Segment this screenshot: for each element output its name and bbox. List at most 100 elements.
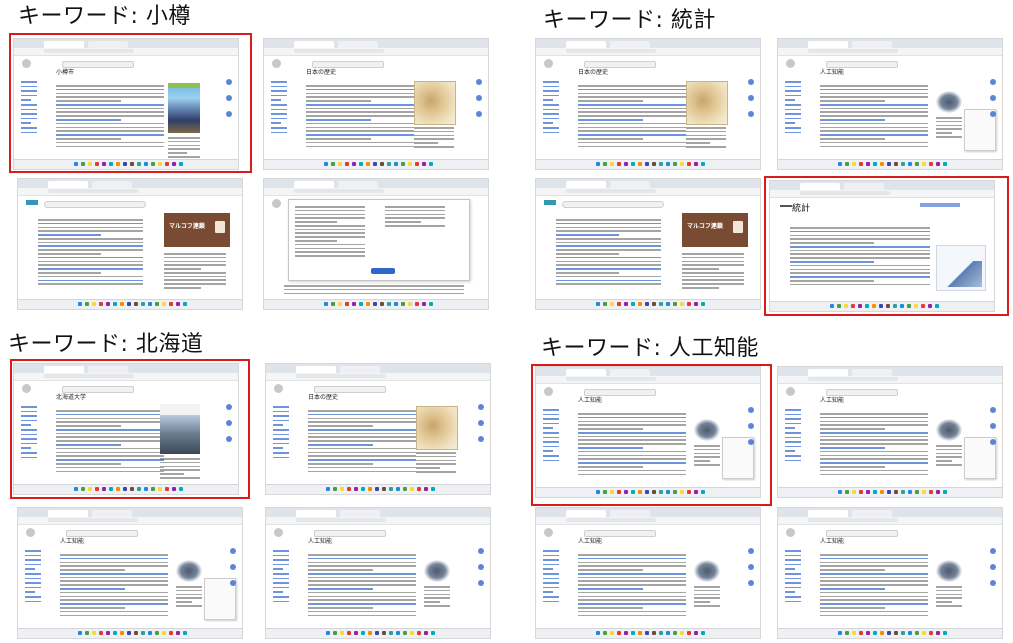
wikipedia-logo-icon[interactable]: [26, 528, 35, 537]
browser-tab[interactable]: [296, 366, 336, 373]
browser-tab[interactable]: [566, 41, 606, 48]
search-input[interactable]: [584, 61, 656, 68]
bing-logo-icon[interactable]: [26, 200, 38, 205]
side-tools[interactable]: [748, 79, 756, 127]
browser-tab[interactable]: [808, 41, 848, 48]
wikipedia-logo-icon[interactable]: [272, 59, 281, 68]
wikipedia-logo-icon[interactable]: [274, 384, 283, 393]
address-bar[interactable]: [18, 188, 242, 196]
knowledge-card-text: [164, 253, 226, 291]
address-bar[interactable]: [264, 48, 488, 56]
address-bar[interactable]: [536, 48, 760, 56]
browser-tab-bar: [264, 39, 488, 48]
article-title: 人工知能: [820, 538, 845, 545]
search-input[interactable]: [314, 530, 386, 537]
address-bar[interactable]: [778, 376, 1002, 384]
side-tools[interactable]: [990, 79, 998, 127]
search-input[interactable]: [44, 201, 146, 208]
browser-tab[interactable]: [48, 510, 88, 517]
address-bar[interactable]: [18, 517, 242, 525]
sidebar-nav[interactable]: [543, 81, 561, 136]
search-input[interactable]: [562, 201, 664, 208]
group-label-toukei: キーワード: 統計: [543, 8, 716, 33]
group-label-otaru: キーワード: 小樽: [18, 4, 191, 29]
side-tools[interactable]: [478, 404, 486, 452]
infobox: [416, 452, 456, 475]
sidebar-nav[interactable]: [543, 550, 561, 605]
side-tools[interactable]: [230, 548, 238, 596]
brain-image: [694, 560, 720, 582]
wikipedia-logo-icon[interactable]: [544, 59, 553, 68]
browser-tab[interactable]: [338, 41, 378, 48]
browser-tab[interactable]: [294, 181, 334, 188]
browser-tab[interactable]: [92, 181, 132, 188]
browser-tab[interactable]: [852, 510, 892, 517]
article-body: [578, 85, 686, 149]
browser-tab[interactable]: [340, 366, 380, 373]
search-dropdown[interactable]: [288, 199, 470, 281]
address-bar[interactable]: [536, 188, 760, 196]
browser-tab[interactable]: [808, 369, 848, 376]
taskbar: [18, 628, 242, 638]
wikipedia-logo-icon[interactable]: [274, 528, 283, 537]
search-input[interactable]: [826, 389, 898, 396]
browser-tab[interactable]: [610, 181, 650, 188]
sidebar-nav[interactable]: [25, 550, 43, 605]
browser-tab-bar: [18, 179, 242, 188]
browser-tab[interactable]: [852, 369, 892, 376]
sidebar-nav[interactable]: [785, 550, 803, 605]
search-input[interactable]: [312, 61, 384, 68]
article-map-image: [686, 81, 728, 125]
taskbar: [266, 484, 490, 494]
side-tools[interactable]: [990, 407, 998, 455]
browser-tab[interactable]: [808, 510, 848, 517]
sidebar-nav[interactable]: [785, 409, 803, 464]
address-bar[interactable]: [778, 517, 1002, 525]
browser-screenshot-thumbnail: 日本の歴史: [266, 364, 490, 494]
address-bar[interactable]: [536, 517, 760, 525]
browser-tab[interactable]: [566, 510, 606, 517]
side-tools[interactable]: [990, 548, 998, 596]
browser-tab[interactable]: [566, 181, 606, 188]
search-input[interactable]: [314, 386, 386, 393]
wikipedia-logo-icon[interactable]: [544, 528, 553, 537]
browser-tab[interactable]: [48, 181, 88, 188]
side-tools[interactable]: [478, 548, 486, 596]
browser-tab[interactable]: [610, 510, 650, 517]
wikipedia-logo-icon[interactable]: [786, 387, 795, 396]
sidebar-nav[interactable]: [273, 550, 291, 605]
browser-tab-bar: [778, 39, 1002, 48]
search-input[interactable]: [66, 530, 138, 537]
sidebar-nav[interactable]: [271, 81, 289, 136]
search-input[interactable]: [584, 530, 656, 537]
wikipedia-logo-icon[interactable]: [786, 528, 795, 537]
browser-tab[interactable]: [296, 510, 336, 517]
taskbar: [536, 628, 760, 638]
wikipedia-logo-icon[interactable]: [272, 199, 281, 208]
search-input[interactable]: [826, 61, 898, 68]
browser-tab[interactable]: [338, 181, 378, 188]
bing-logo-icon[interactable]: [544, 200, 556, 205]
address-bar[interactable]: [778, 48, 1002, 56]
side-tools[interactable]: [748, 548, 756, 596]
address-bar[interactable]: [266, 373, 490, 381]
search-input[interactable]: [826, 530, 898, 537]
sidebar-nav[interactable]: [785, 81, 803, 136]
browser-tab[interactable]: [294, 41, 334, 48]
browser-screenshot-thumbnail: マルコフ連鎖: [536, 179, 760, 309]
article-title: 日本の歴史: [308, 394, 339, 401]
article-title: 人工知能: [578, 538, 603, 545]
wikipedia-logo-icon[interactable]: [786, 59, 795, 68]
browser-tab[interactable]: [340, 510, 380, 517]
browser-tab[interactable]: [852, 41, 892, 48]
address-bar[interactable]: [264, 188, 488, 196]
knowledge-card-banner: マルコフ連鎖: [164, 213, 230, 247]
browser-tab[interactable]: [610, 41, 650, 48]
browser-screenshot-thumbnail: 人工知能: [778, 508, 1002, 638]
browser-tab-bar: [778, 508, 1002, 517]
sidebar-nav[interactable]: [273, 406, 291, 461]
address-bar[interactable]: [266, 517, 490, 525]
browser-tab[interactable]: [92, 510, 132, 517]
taskbar: [264, 299, 488, 309]
side-tools[interactable]: [476, 79, 484, 127]
